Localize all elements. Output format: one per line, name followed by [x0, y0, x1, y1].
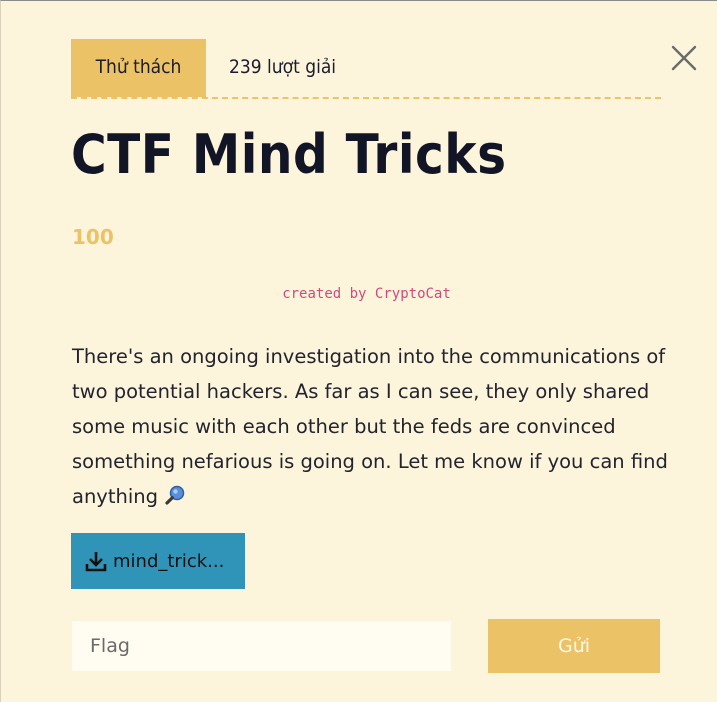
download-icon — [85, 550, 107, 572]
challenge-modal: Thử thách 239 lượt giải CTF Mind Tricks … — [0, 0, 717, 702]
magnifier-icon — [164, 482, 186, 517]
challenge-points: 100 — [72, 225, 114, 249]
tab-solves[interactable]: 239 lượt giải — [229, 39, 336, 97]
challenge-author: created by CryptoCat — [282, 286, 451, 302]
close-button[interactable] — [667, 41, 701, 75]
flag-input[interactable] — [72, 621, 451, 671]
close-icon — [671, 45, 697, 71]
tab-bar: Thử thách 239 lượt giải — [71, 39, 661, 99]
challenge-description: There's an ongoing investigation into th… — [72, 339, 672, 517]
download-file-label: mind_trick... — [113, 550, 225, 572]
challenge-title: CTF Mind Tricks — [71, 123, 507, 186]
submit-button[interactable]: Gửi — [488, 619, 660, 673]
download-file-button[interactable]: mind_trick... — [71, 533, 245, 589]
tab-challenge[interactable]: Thử thách — [71, 39, 206, 97]
description-text: There's an ongoing investigation into th… — [72, 345, 668, 508]
